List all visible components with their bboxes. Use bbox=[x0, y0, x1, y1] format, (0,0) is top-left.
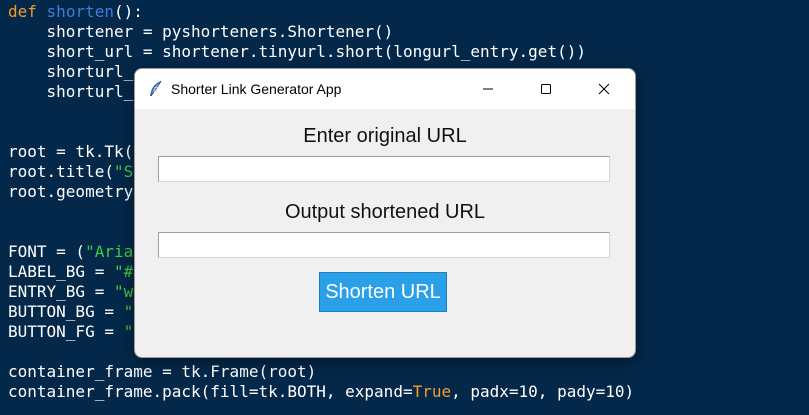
code-line: shortener = pyshorteners.Shortener() bbox=[8, 22, 394, 41]
code-text: LABEL_BG = bbox=[8, 262, 114, 281]
code-text: ENTRY_BG = bbox=[8, 282, 114, 301]
code-string: " bbox=[123, 302, 134, 321]
minimize-button[interactable] bbox=[465, 69, 511, 109]
code-line: shorturl_ bbox=[8, 62, 134, 81]
code-line: root.title("S bbox=[8, 162, 133, 182]
code-line: shorturl_ bbox=[8, 82, 134, 101]
code-text: (): bbox=[113, 2, 143, 21]
code-string: "Aria bbox=[85, 242, 134, 261]
original-url-input[interactable] bbox=[158, 156, 610, 182]
code-keyword: True bbox=[412, 382, 452, 401]
code-line: root = tk.Tk( bbox=[8, 142, 134, 161]
window-title: Shorter Link Generator App bbox=[171, 81, 342, 97]
code-line: LABEL_BG = "# bbox=[8, 262, 133, 282]
code-line: FONT = ("Aria bbox=[8, 242, 133, 262]
code-text: container_frame.pack(fill=tk.BOTH, expan… bbox=[8, 382, 413, 401]
code-line: ENTRY_BG = "w bbox=[8, 282, 133, 302]
code-text: root.title( bbox=[8, 162, 114, 181]
code-string: "# bbox=[113, 262, 134, 281]
code-keyword: def bbox=[8, 2, 37, 21]
code-text: FONT = ( bbox=[8, 242, 86, 261]
code-line: root.geometry bbox=[8, 182, 134, 201]
code-line: def shorten(): bbox=[8, 2, 143, 22]
feather-icon bbox=[148, 80, 164, 98]
code-line: short_url = shortener.tinyurl.short(long… bbox=[8, 42, 586, 61]
code-line: BUTTON_BG = " bbox=[8, 302, 133, 322]
app-window: Shorter Link Generator App Enter origina… bbox=[134, 68, 636, 358]
close-button[interactable] bbox=[581, 69, 627, 109]
maximize-icon bbox=[541, 84, 551, 94]
close-icon bbox=[598, 83, 610, 95]
minimize-icon bbox=[483, 88, 493, 90]
code-string: "w bbox=[113, 282, 134, 301]
code-text: BUTTON_FG = bbox=[8, 322, 124, 341]
window-titlebar[interactable]: Shorter Link Generator App bbox=[135, 69, 635, 109]
maximize-button[interactable] bbox=[523, 69, 569, 109]
shorten-url-button[interactable]: Shorten URL bbox=[319, 272, 447, 312]
shortened-url-label: Output shortened URL bbox=[284, 201, 486, 223]
original-url-label: Enter original URL bbox=[303, 125, 467, 147]
code-text: , padx=10, pady=10) bbox=[451, 382, 635, 401]
code-line: BUTTON_FG = " bbox=[8, 322, 133, 342]
shortened-url-output[interactable] bbox=[158, 232, 610, 258]
code-line: container_frame = tk.Frame(root) bbox=[8, 362, 317, 381]
code-string: " bbox=[123, 322, 134, 341]
code-function-name: shorten bbox=[46, 2, 114, 21]
code-text: BUTTON_BG = bbox=[8, 302, 124, 321]
code-string: "S bbox=[113, 162, 134, 181]
code-line: container_frame.pack(fill=tk.BOTH, expan… bbox=[8, 382, 634, 402]
